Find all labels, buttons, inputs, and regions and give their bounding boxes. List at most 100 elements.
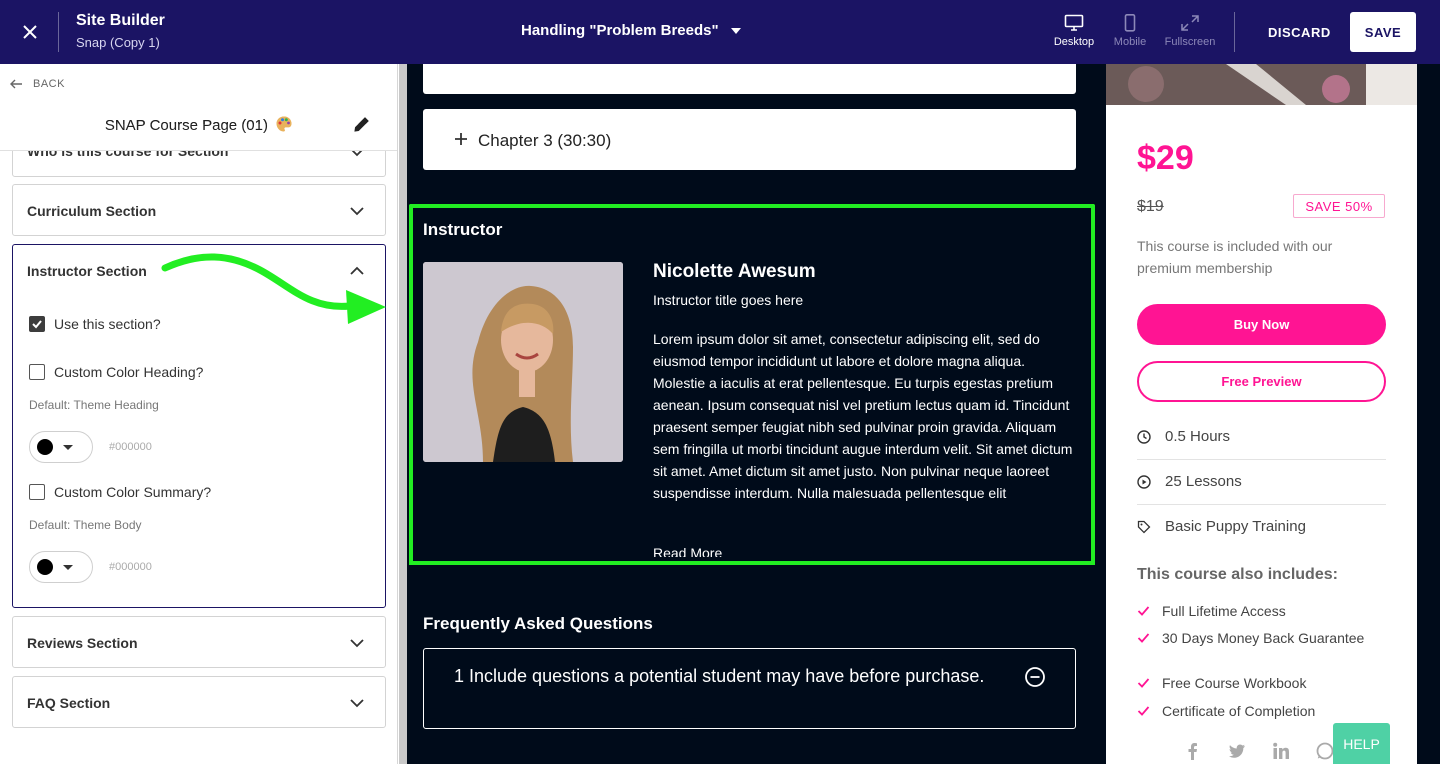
page-selector[interactable]: Handling "Problem Breeds" (521, 22, 741, 39)
faq-question: 1 Include questions a potential student … (454, 666, 985, 686)
heading-color-picker[interactable] (29, 431, 93, 463)
chevron-down-icon (350, 699, 364, 708)
back-button[interactable]: BACK (10, 78, 65, 90)
feature-item: Certificate of Completion (1137, 702, 1386, 720)
view-desktop-label: Desktop (1053, 36, 1095, 48)
meta-lessons-text: 25 Lessons (1165, 473, 1242, 490)
feature-text: Full Lifetime Access (1162, 603, 1286, 619)
mobile-icon (1124, 14, 1136, 32)
summary-default-hint: Default: Theme Body (29, 518, 142, 532)
fullscreen-icon (1181, 15, 1199, 31)
faq-heading: Frequently Asked Questions (423, 614, 653, 633)
accordion-instructor-label[interactable]: Instructor Section (27, 263, 147, 279)
chapter-card-partial[interactable] (423, 64, 1076, 94)
page-name-overlay: SNAP Course Page (01) (0, 115, 397, 134)
color-swatch (37, 559, 53, 575)
accordion-faq-label: FAQ Section (27, 695, 111, 711)
topbar-divider-right (1234, 12, 1235, 52)
help-button[interactable]: HELP (1333, 723, 1390, 764)
arrow-left-icon (10, 79, 22, 89)
instructor-bio: Lorem ipsum dolor sit amet, consectetur … (653, 331, 1073, 501)
page-name-label-overlay: SNAP Course Page (01) (104, 117, 268, 134)
close-icon[interactable] (18, 20, 42, 44)
accordion-curriculum[interactable]: Curriculum Section (12, 184, 386, 236)
summary-color-picker[interactable] (29, 551, 93, 583)
caret-down-icon (730, 27, 741, 34)
checkbox-checked[interactable] (29, 316, 45, 332)
view-desktop-button[interactable]: Desktop (1044, 14, 1104, 48)
instructor-heading: Instructor (423, 220, 503, 239)
checkbox-unchecked[interactable] (29, 484, 45, 500)
feature-text: 30 Days Money Back Guarantee (1162, 630, 1365, 646)
play-circle-icon (1137, 474, 1151, 489)
check-icon (1137, 633, 1150, 643)
sidebar: BACK SNAP Course Page (01) Who is this c… (0, 64, 398, 764)
accordion-reviews[interactable]: Reviews Section (12, 616, 386, 668)
view-fullscreen-label: Fullscreen (1164, 36, 1216, 48)
checkbox-unchecked[interactable] (29, 364, 45, 380)
view-fullscreen-button[interactable]: Fullscreen (1160, 14, 1220, 48)
meta-category: Basic Puppy Training (1137, 504, 1386, 549)
app-title: Site Builder (76, 12, 165, 29)
preview-right-margin (1417, 64, 1440, 764)
chapter-card[interactable]: Chapter 3 (30:30) (423, 109, 1076, 170)
instructor-name: Nicolette Awesum (653, 261, 816, 282)
sidebar-divider-2 (0, 150, 397, 151)
check-icon (1137, 606, 1150, 616)
use-section-label: Use this section? (54, 316, 161, 332)
faq-item[interactable]: 1 Include questions a potential student … (423, 648, 1076, 729)
custom-heading-color-checkbox[interactable]: Custom Color Heading? (29, 364, 203, 380)
pencil-icon[interactable] (352, 114, 372, 134)
included-text: This course is included with our premium… (1137, 238, 1333, 276)
feature-text: Certificate of Completion (1162, 703, 1316, 719)
also-includes-heading: This course also includes: (1137, 566, 1338, 583)
instructor-highlight-bottom (409, 561, 1095, 565)
hero-image (1106, 64, 1417, 105)
instructor-title: Instructor title goes here (653, 292, 804, 308)
plus-icon (455, 133, 467, 145)
discard-button[interactable]: DISCARD (1268, 25, 1331, 40)
purchase-card: $29 $19 SAVE 50% This course is included… (1106, 105, 1417, 764)
tag-icon (1137, 520, 1151, 533)
top-bar: Site Builder Snap (Copy 1) Handling "Pro… (0, 0, 1440, 64)
check-icon (1137, 678, 1150, 688)
accordion-reviews-label: Reviews Section (27, 635, 138, 651)
meta-hours: 0.5 Hours (1137, 414, 1386, 459)
caret-down-icon (63, 564, 73, 570)
check-icon (1137, 706, 1150, 716)
view-mobile-button[interactable]: Mobile (1100, 14, 1160, 48)
page-selector-label: Handling "Problem Breeds" (521, 22, 719, 39)
whatsapp-icon[interactable] (1316, 742, 1334, 760)
heading-color-hex: #000000 (109, 441, 152, 453)
instructor-photo (423, 262, 623, 462)
color-swatch (37, 439, 53, 455)
site-name: Snap (Copy 1) (76, 35, 160, 50)
palette-icon (276, 116, 292, 132)
view-mobile-label: Mobile (1113, 36, 1147, 48)
topbar-divider (58, 12, 59, 52)
old-price: $19 (1137, 198, 1164, 215)
feature-item: 30 Days Money Back Guarantee (1137, 629, 1386, 647)
minus-circle-icon[interactable] (1024, 666, 1046, 688)
page-preview: Chapter 3 (30:30) Instructor Nicolette A… (399, 64, 1440, 764)
save-button[interactable]: SAVE (1350, 12, 1416, 52)
feature-item: Free Course Workbook (1137, 674, 1386, 692)
buy-now-button[interactable]: Buy Now (1137, 304, 1386, 345)
facebook-icon[interactable] (1184, 742, 1202, 760)
custom-summary-color-checkbox[interactable]: Custom Color Summary? (29, 484, 211, 500)
use-section-checkbox[interactable]: Use this section? (29, 316, 161, 332)
linkedin-icon[interactable] (1272, 742, 1290, 760)
course-hero-image (1106, 64, 1417, 105)
accordion-faq[interactable]: FAQ Section (12, 676, 386, 728)
desktop-icon (1064, 14, 1084, 31)
caret-down-icon (63, 444, 73, 450)
free-preview-button[interactable]: Free Preview (1137, 361, 1386, 402)
twitter-icon[interactable] (1228, 742, 1246, 760)
meta-category-text: Basic Puppy Training (1165, 518, 1306, 535)
chevron-down-icon (350, 207, 364, 216)
feature-text: Free Course Workbook (1162, 675, 1307, 691)
back-label: BACK (33, 78, 65, 90)
preview-scrollbar-left (399, 64, 407, 764)
feature-item: Full Lifetime Access (1137, 602, 1386, 620)
price: $29 (1137, 139, 1194, 177)
